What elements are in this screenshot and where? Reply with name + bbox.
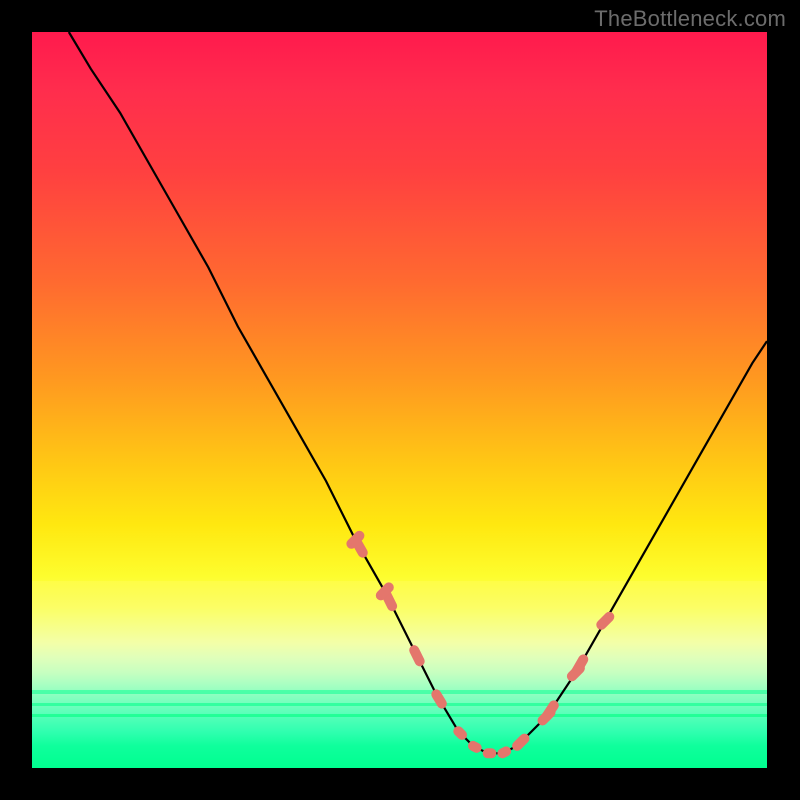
bottleneck-curve — [0, 0, 800, 800]
chart-frame: TheBottleneck.com — [0, 0, 800, 800]
watermark-text: TheBottleneck.com — [594, 6, 786, 32]
